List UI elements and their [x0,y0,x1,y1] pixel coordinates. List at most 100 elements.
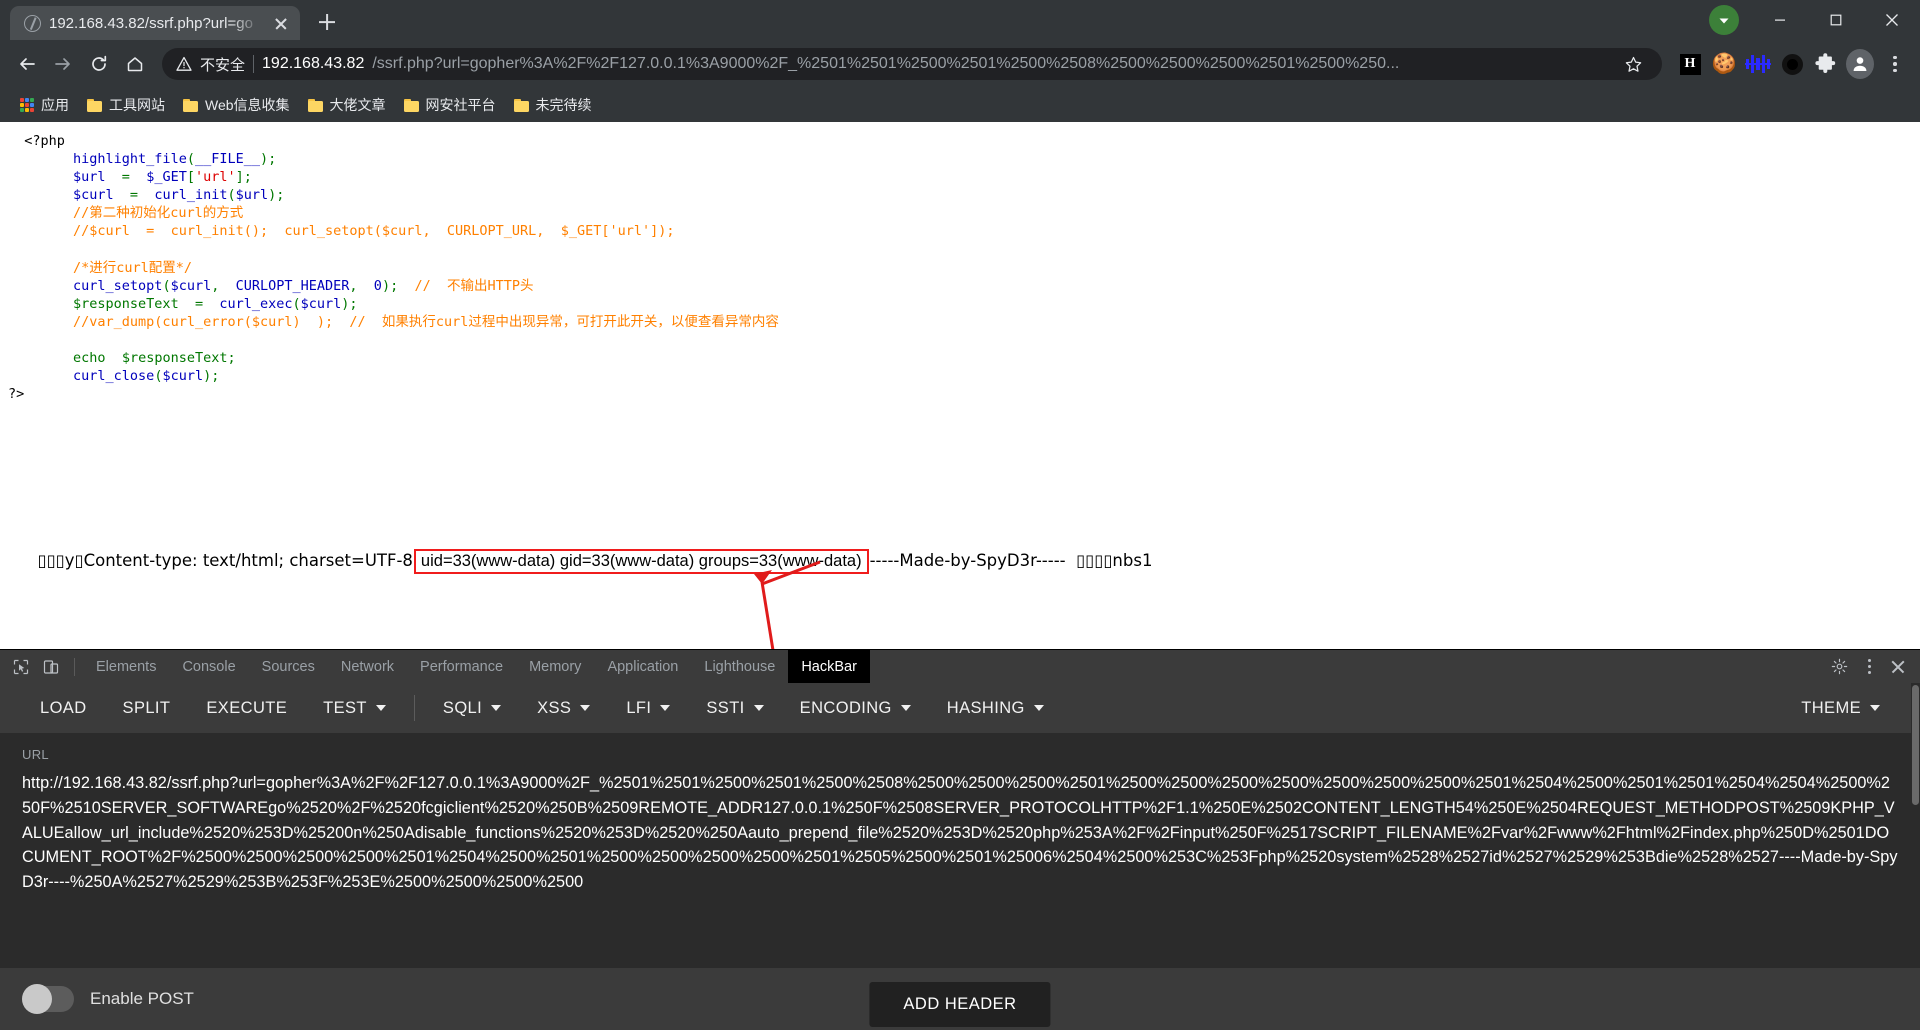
devtools-tab-elements[interactable]: Elements [83,650,169,684]
window-close-button[interactable] [1864,0,1920,40]
code-token: $curl [301,296,342,312]
hackbar-theme-button[interactable]: THEME [1783,699,1898,718]
gear-icon[interactable] [1824,653,1854,681]
back-button[interactable] [10,47,44,81]
code-token: ( [187,151,195,167]
code-token: curl_init [154,187,227,203]
code-line: $url = $_GET['url']; [8,168,1920,186]
code-token: highlight_file [73,151,187,167]
devtools-tab-performance[interactable]: Performance [407,650,516,684]
maximize-icon [1830,14,1842,26]
bookmark-folder-1[interactable]: 工具网站 [79,92,175,118]
hackbar-xss-button[interactable]: XSS [519,699,608,718]
chevron-down-icon [660,705,670,711]
new-tab-button[interactable] [310,5,344,39]
button-label: ENCODING [800,699,892,718]
code-token: //$curl = curl_init(); curl_setopt($curl… [73,223,674,239]
update-available-button[interactable] [1696,0,1752,40]
tab-title: 192.168.43.82/ssrf.php?url=go [49,15,262,32]
window-controls [1696,0,1920,40]
hackbar-test-button[interactable]: TEST [305,699,404,718]
toggle-knob [22,984,52,1014]
bookmark-folder-3[interactable]: 大佬文章 [300,92,396,118]
forward-button[interactable] [46,47,80,81]
inspect-element-icon[interactable] [6,653,36,681]
devtools-tab-hackbar[interactable]: HackBar [788,650,870,684]
tab-strip: 192.168.43.82/ssrf.php?url=go [0,0,1920,40]
proxy-ring-glyph [1782,54,1803,75]
tab-close-icon[interactable] [270,12,292,34]
browser-tab[interactable]: 192.168.43.82/ssrf.php?url=go [10,6,300,40]
minimize-button[interactable] [1752,0,1808,40]
chevron-down-icon [491,705,501,711]
code-token: CURLOPT_HEADER [236,278,350,294]
bookmark-folder-5[interactable]: 未完待续 [506,92,602,118]
devtools-tab-memory[interactable]: Memory [516,650,594,684]
folder-icon [514,99,529,112]
code-token: ; [227,350,235,366]
enable-post-toggle[interactable] [22,986,74,1012]
bookmark-label: 应用 [41,95,69,115]
hackbar-split-button[interactable]: SPLIT [105,699,189,718]
vertical-scrollbar[interactable] [1911,733,1920,968]
devtools-tab-console[interactable]: Console [169,650,248,684]
bookmark-apps[interactable]: 应用 [12,92,79,118]
hackbar-lfi-button[interactable]: LFI [608,699,688,718]
add-header-button[interactable]: ADD HEADER [869,982,1050,1027]
reload-button[interactable] [82,47,116,81]
address-bar[interactable]: 不安全 192.168.43.82 /ssrf.php?url=gopher%3… [162,48,1662,80]
code-line: <?php [8,132,1920,150]
extensions-puzzle-icon[interactable] [1812,50,1840,78]
minimize-icon [1774,14,1786,26]
button-label: HASHING [947,699,1025,718]
hackbar-load-button[interactable]: LOAD [22,699,105,718]
home-button[interactable] [118,47,152,81]
proxy-switchyomega-icon[interactable] [1778,50,1806,78]
code-token: = [179,296,220,312]
output-suffix: -----Made-by-SpyD3r----- ▯▯▯▯nbs1 [870,551,1153,570]
close-icon[interactable] [1884,653,1912,681]
url-field-label: URL [22,747,1898,762]
device-toolbar-icon[interactable] [36,653,66,681]
code-token [106,350,122,366]
code-token: $curl [162,368,203,384]
folder-icon [404,99,419,112]
wappalyzer-icon[interactable] [1744,50,1772,78]
code-token: $curl [73,187,114,203]
code-token: curl_setopt [73,278,162,294]
hackbar-toolbar: LOADSPLITEXECUTETEST SQLIXSSLFISSTI ENCODI… [0,683,1920,733]
cookie-editor-icon[interactable]: 🍪 [1710,50,1738,78]
devtools-tab-network[interactable]: Network [328,650,407,684]
hackbar-hashing-button[interactable]: HASHING [929,699,1062,718]
devtools-tab-lighthouse[interactable]: Lighthouse [691,650,788,684]
devtools-tab-application[interactable]: Application [594,650,691,684]
apps-grid-icon [20,98,34,112]
code-token: , [211,278,235,294]
bookmarks-bar: 应用 工具网站 Web信息收集 大佬文章 网安社平台 未完待续 [0,88,1920,122]
maximize-button[interactable] [1808,0,1864,40]
code-token: ); [203,368,219,384]
devtools-actions [1824,653,1920,681]
command-output-line: ▯▯▯y▯Content-type: text/html; charset=UT… [10,530,1152,593]
url-input[interactable]: http://192.168.43.82/ssrf.php?url=gopher… [22,771,1898,895]
folder-icon [308,99,323,112]
devtools-separator [74,658,75,676]
code-token: $responseText [122,350,228,366]
profile-button[interactable] [1846,50,1874,78]
navigation-toolbar: 不安全 192.168.43.82 /ssrf.php?url=gopher%3… [0,40,1920,88]
hackbar-ssti-button[interactable]: SSTI [688,699,781,718]
code-token: curl_exec [219,296,292,312]
three-dot-menu-icon[interactable] [1856,654,1882,680]
hackbar-extension-icon[interactable]: H [1676,50,1704,78]
devtools-tab-sources[interactable]: Sources [249,650,328,684]
hackbar-encoding-button[interactable]: ENCODING [782,699,929,718]
code-token: [ [187,169,195,185]
bookmark-folder-4[interactable]: 网安社平台 [396,92,506,118]
bookmark-folder-2[interactable]: Web信息收集 [175,92,300,118]
hackbar-sqli-button[interactable]: SQLI [425,699,519,718]
three-dot-menu-icon[interactable] [1880,49,1910,79]
hackbar-execute-button[interactable]: EXECUTE [188,699,305,718]
scrollbar-thumb[interactable] [1912,733,1919,805]
star-icon[interactable] [1616,47,1650,81]
code-token: ?> [8,386,24,402]
